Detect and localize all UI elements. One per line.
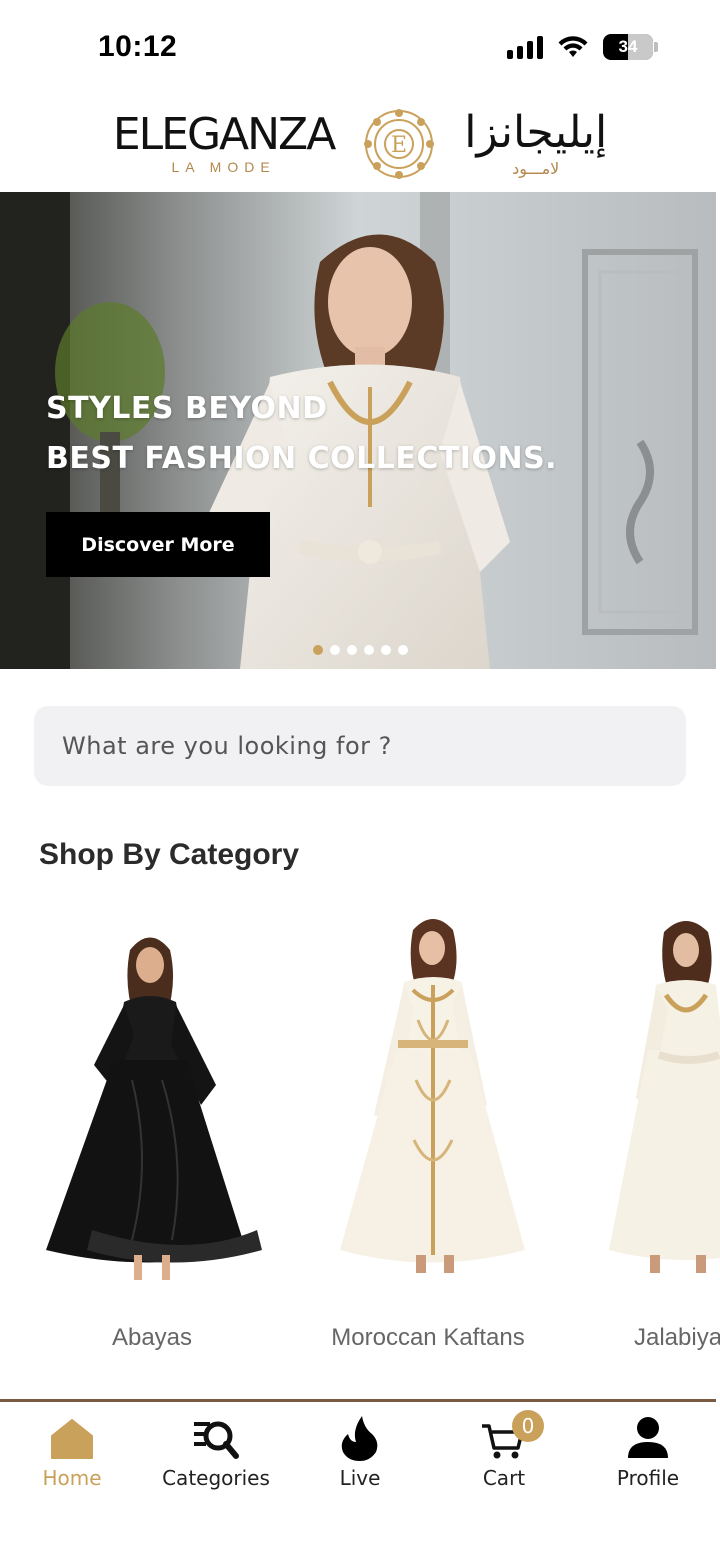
carousel-dot[interactable] <box>364 645 374 655</box>
profile-icon <box>628 1417 668 1458</box>
brand-arabic-name: إيليجانزا <box>464 107 608 158</box>
hero-headline-line1: STYLES BEYOND <box>46 391 328 426</box>
status-bar: 10:12 34 <box>0 0 720 96</box>
categories-search-icon <box>194 1421 239 1459</box>
carousel-dot[interactable] <box>398 645 408 655</box>
category-label: Jalabiya <box>634 1324 720 1351</box>
category-label: Abayas <box>111 1324 193 1351</box>
category-card-moroccan-kaftans[interactable]: Moroccan Kaftans <box>288 910 568 1380</box>
battery-icon: 34 <box>603 34 658 60</box>
category-image <box>609 921 720 1273</box>
hero-headline-line2: BEST FASHION COLLECTIONS. <box>46 441 558 476</box>
discover-more-button[interactable]: Discover More <box>46 512 270 577</box>
brand-logo-arabic: إيليجانزا لامـــود <box>464 109 607 179</box>
category-image <box>340 919 525 1273</box>
nav-item-profile[interactable]: Profile <box>576 1402 720 1502</box>
monogram-emblem-icon: E <box>364 109 435 179</box>
nav-item-home[interactable]: Home <box>0 1402 144 1502</box>
battery-level: 34 <box>618 37 638 56</box>
cart-badge: 0 <box>512 1410 544 1442</box>
carousel-dot[interactable] <box>347 645 357 655</box>
nav-label: Profile <box>616 1466 680 1490</box>
section-title: Shop By Category <box>39 838 300 871</box>
brand-header[interactable]: ELEGANZA LA MODE E إيليجانزا لامـــود <box>0 96 720 192</box>
hero-banner[interactable]: STYLES BEYOND BEST FASHION COLLECTIONS. … <box>0 192 716 669</box>
signal-icon <box>507 35 543 59</box>
brand-arabic-tagline: لامـــود <box>512 161 560 178</box>
nav-item-categories[interactable]: Categories <box>144 1402 288 1502</box>
brand-tagline: LA MODE <box>171 159 276 175</box>
nav-label: Cart <box>482 1466 526 1490</box>
carousel-dot[interactable] <box>330 645 340 655</box>
nav-label: Live <box>339 1466 381 1490</box>
home-icon <box>51 1419 93 1459</box>
nav-item-live[interactable]: Live <box>288 1402 432 1502</box>
category-carousel[interactable]: Abayas Moroccan Kaftans Jalabiya <box>0 910 720 1390</box>
search-bar[interactable] <box>34 706 686 786</box>
search-input[interactable] <box>62 732 642 760</box>
carousel-dot[interactable] <box>313 645 323 655</box>
brand-logo-latin: ELEGANZA LA MODE <box>112 109 336 176</box>
status-time: 10:12 <box>98 30 178 63</box>
nav-item-cart[interactable]: 0 Cart <box>432 1402 576 1502</box>
hero-headline: STYLES BEYOND BEST FASHION COLLECTIONS. <box>46 391 557 669</box>
carousel-dots[interactable] <box>313 645 408 655</box>
category-card-jalabiya[interactable]: Jalabiya <box>564 910 720 1380</box>
flame-icon <box>341 1416 378 1461</box>
category-label: Moroccan Kaftans <box>331 1324 525 1351</box>
nav-label: Categories <box>162 1466 270 1490</box>
status-icons: 34 <box>507 34 658 60</box>
brand-name: ELEGANZA <box>112 109 336 160</box>
nav-label: Home <box>42 1466 102 1490</box>
category-card-abayas[interactable]: Abayas <box>12 910 292 1380</box>
bottom-nav: Home Categories Live 0 Cart Profile <box>0 1402 720 1560</box>
carousel-dot[interactable] <box>381 645 391 655</box>
svg-text:E: E <box>391 133 407 158</box>
category-image <box>46 937 262 1280</box>
wifi-icon <box>558 36 588 57</box>
